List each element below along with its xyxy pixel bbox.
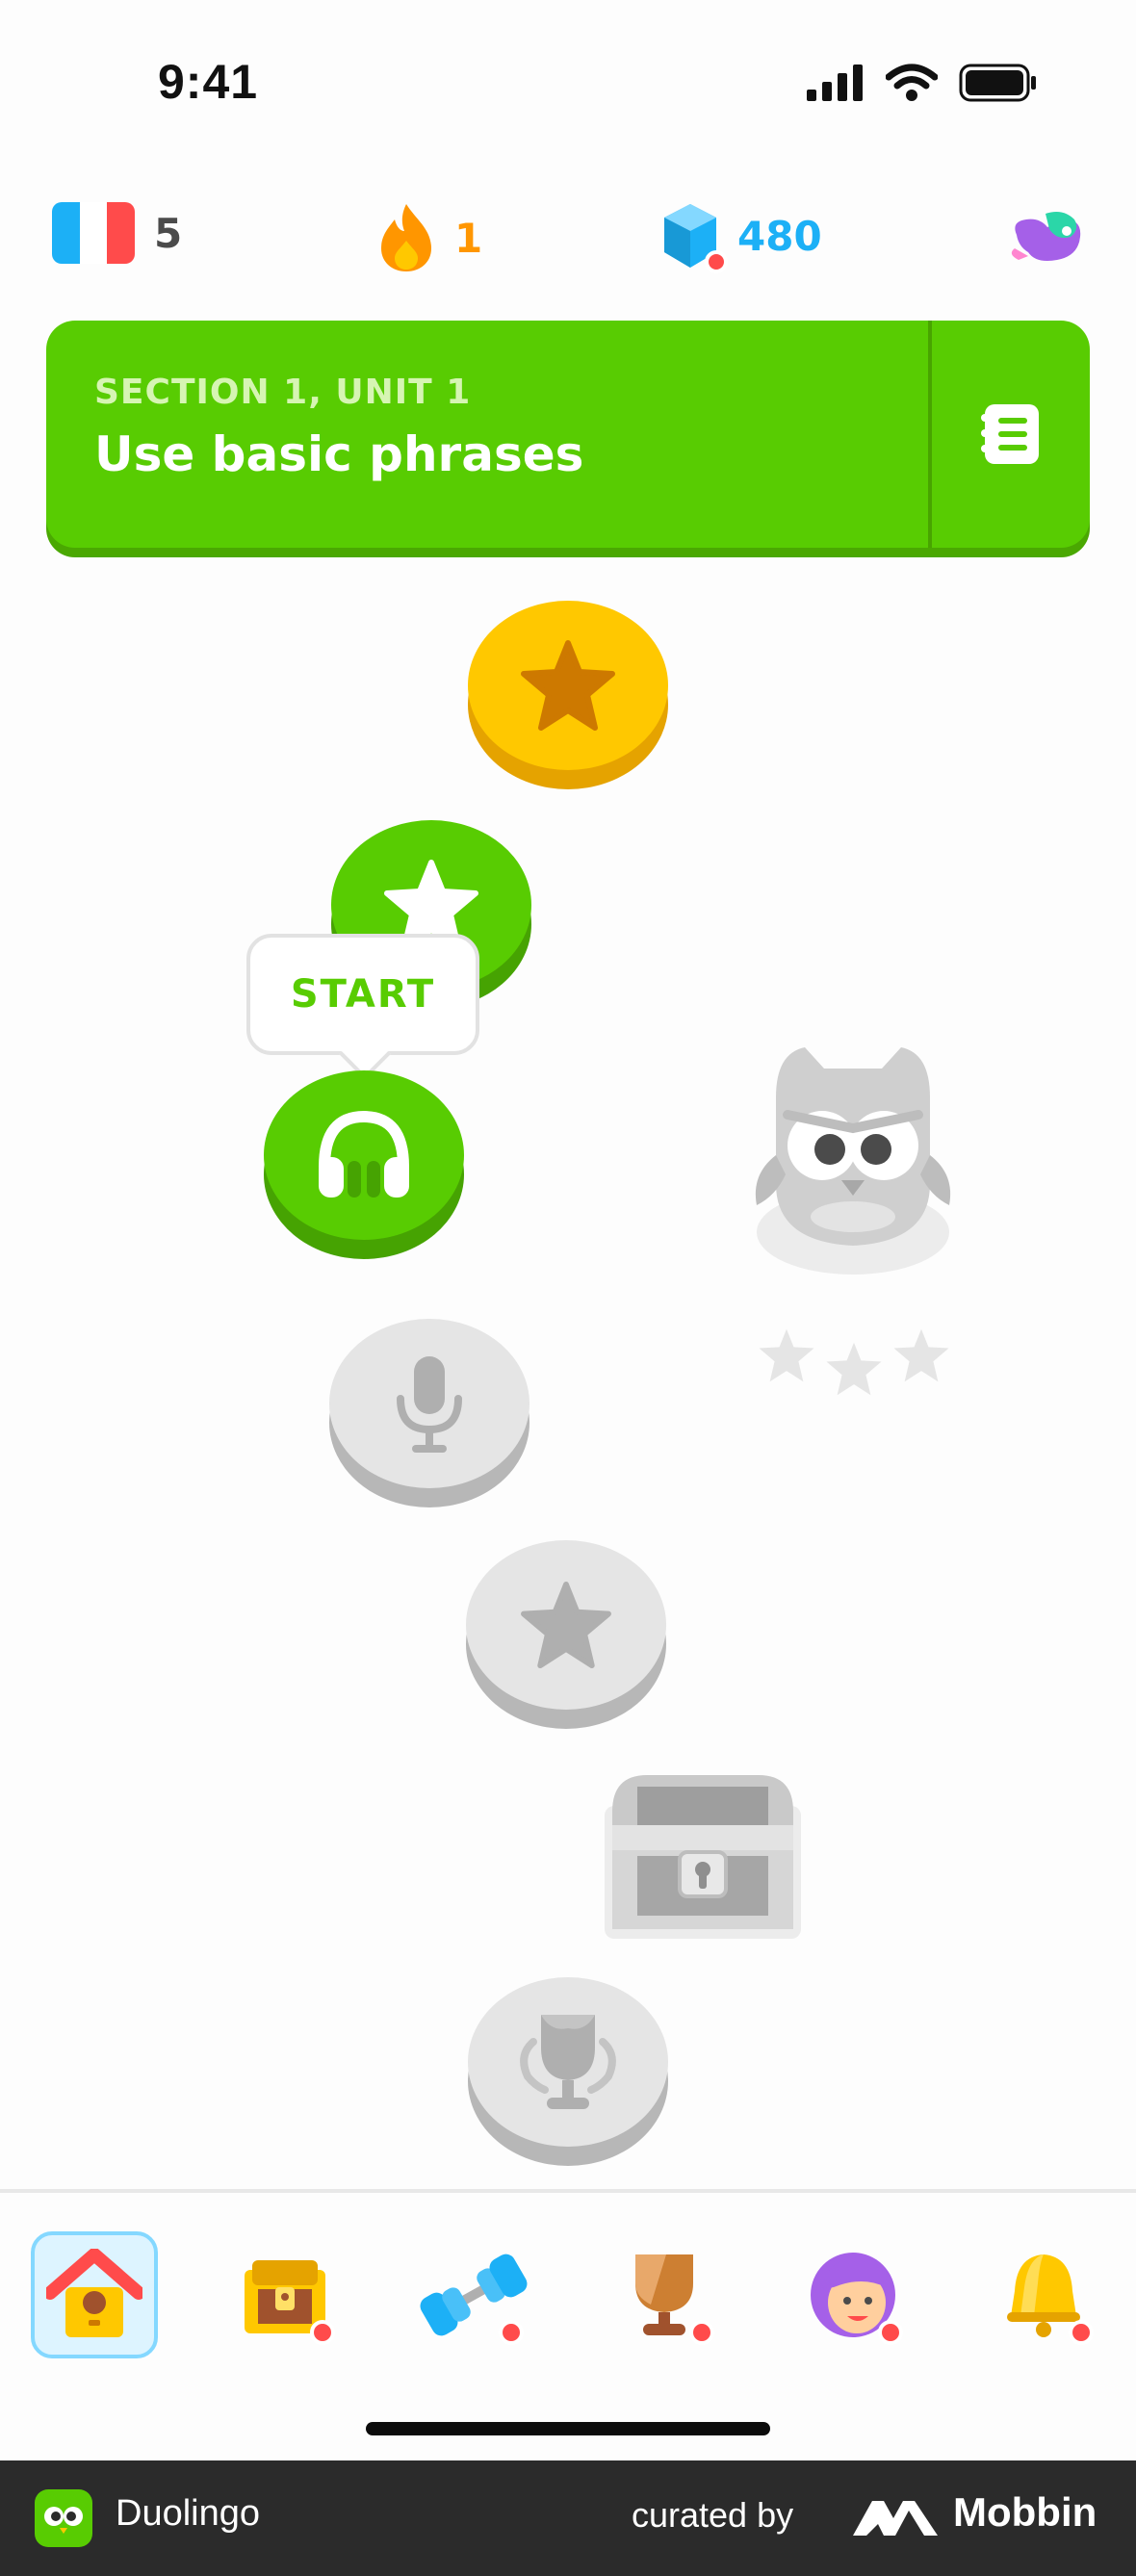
owl-stars (757, 1327, 951, 1398)
gem-count: 480 (737, 212, 822, 260)
owl-character (737, 1040, 968, 1290)
notification-dot (1069, 2320, 1094, 2345)
microphone-icon (397, 1356, 462, 1453)
flag-france-icon (52, 202, 135, 264)
lesson-node-locked[interactable] (329, 1319, 529, 1507)
wifi-icon (886, 64, 938, 101)
trophy-icon (520, 2015, 616, 2109)
notification-dot (499, 2320, 524, 2345)
treasure-chest[interactable] (599, 1767, 807, 1941)
nav-notifications[interactable] (980, 2231, 1107, 2358)
notification-dot (689, 2320, 714, 2345)
owl-icon (755, 1047, 951, 1275)
notification-dot (878, 2320, 903, 2345)
unit-section-label: SECTION 1, UNIT 1 (94, 373, 472, 412)
footer-curated-label: curated by (632, 2495, 794, 2535)
signal-icon (807, 64, 863, 101)
nav-quests[interactable] (221, 2231, 349, 2358)
notification-dot (705, 250, 728, 273)
notification-dot (310, 2320, 335, 2345)
course-selector[interactable]: 5 (52, 202, 182, 264)
nav-leaderboard[interactable] (601, 2231, 728, 2358)
home-icon (46, 2249, 142, 2337)
guidebook-icon (981, 404, 1039, 464)
star-icon (826, 1342, 882, 1396)
star-icon (893, 1328, 949, 1382)
nav-practice[interactable] (410, 2231, 537, 2358)
star-icon (759, 1328, 814, 1382)
status-icons (807, 64, 1038, 102)
footer-brand: Mobbin (953, 2489, 1097, 2535)
gem-icon (662, 202, 728, 273)
status-time: 9:41 (158, 55, 259, 109)
star-icon (521, 640, 615, 731)
streak-counter[interactable]: 1 (377, 202, 482, 273)
star-icon (521, 1581, 611, 1669)
battery-icon (959, 64, 1036, 102)
duolingo-logo-icon (35, 2489, 92, 2547)
headphones-icon (319, 1110, 409, 1198)
nav-home[interactable] (31, 2231, 158, 2358)
super-icon[interactable] (1007, 206, 1084, 277)
unit-title: Use basic phrases (94, 426, 584, 482)
lesson-node-locked[interactable] (466, 1540, 666, 1729)
gems-counter[interactable]: 480 (662, 202, 822, 273)
mobbin-logo-icon (853, 2501, 938, 2536)
home-indicator (366, 2422, 770, 2435)
footer-bar: Duolingo curated by Mobbin (0, 2460, 1136, 2576)
guidebook-button[interactable] (932, 321, 1090, 548)
nav-profile[interactable] (789, 2231, 917, 2358)
flame-icon (381, 204, 431, 271)
start-tooltip[interactable]: START (246, 934, 479, 1055)
unit-banner[interactable]: SECTION 1, UNIT 1 Use basic phrases (46, 321, 1090, 548)
lesson-node-current[interactable] (264, 1070, 464, 1259)
streak-count: 1 (454, 214, 483, 262)
course-count: 5 (154, 209, 183, 257)
treasure-chest-icon (605, 1775, 801, 1939)
unit-trophy-node[interactable] (468, 1977, 668, 2166)
footer-app-name: Duolingo (116, 2493, 260, 2534)
lesson-node-completed[interactable] (468, 601, 668, 789)
